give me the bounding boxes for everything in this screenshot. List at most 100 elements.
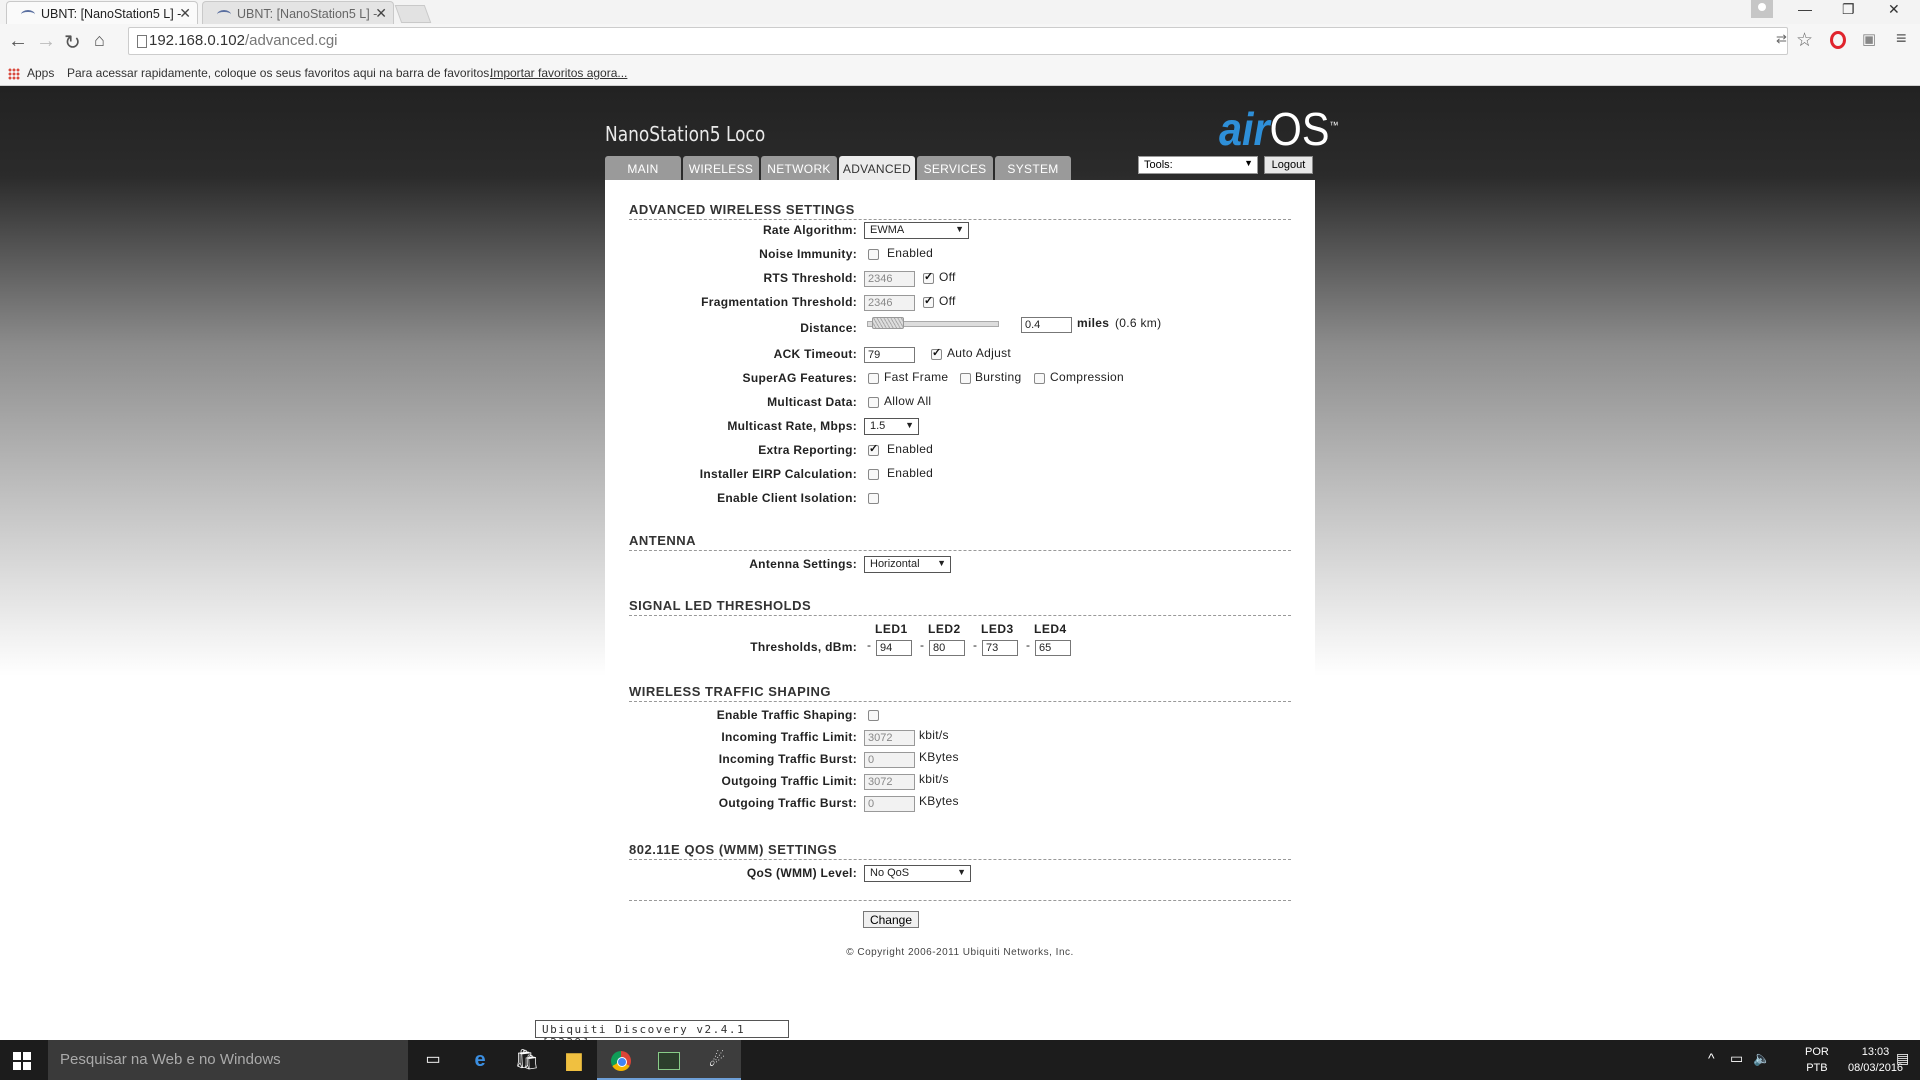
- apps-link[interactable]: Apps: [27, 66, 54, 80]
- language-indicator[interactable]: POR PTB: [1805, 1044, 1829, 1076]
- extra-reporting-checkbox[interactable]: [868, 442, 879, 456]
- extra-reporting-option: Enabled: [887, 442, 934, 456]
- browser-tab-active[interactable]: UBNT: [NanoStation5 L] - ✕: [6, 1, 198, 24]
- file-explorer-icon[interactable]: ▆: [550, 1040, 598, 1080]
- dash: -: [920, 638, 925, 652]
- page-icon: [137, 35, 147, 48]
- restore-icon[interactable]: ❐: [1842, 1, 1855, 18]
- led3-input[interactable]: 73: [982, 640, 1018, 656]
- airos-page: NanoStation5 Loco airOS™ MAIN WIRELESS N…: [0, 86, 1920, 1040]
- enable-traffic-shaping-label: Enable Traffic Shaping:: [716, 708, 857, 722]
- fast-frame-checkbox[interactable]: [868, 373, 879, 384]
- change-button[interactable]: Change: [863, 911, 919, 928]
- chevron-down-icon: ▼: [955, 224, 964, 234]
- tab-wireless[interactable]: WIRELESS: [683, 156, 759, 180]
- forward-arrow-icon[interactable]: →: [36, 30, 56, 53]
- back-arrow-icon[interactable]: ←: [8, 30, 28, 53]
- section-heading-antenna: ANTENNA: [629, 533, 1291, 551]
- rts-threshold-input[interactable]: 2346: [864, 271, 915, 287]
- tools-select[interactable]: Tools: ▼: [1138, 156, 1258, 174]
- rts-off-checkbox[interactable]: [923, 270, 934, 284]
- bursting-checkbox[interactable]: [960, 373, 971, 384]
- app-icon[interactable]: [645, 1040, 693, 1080]
- url-path: /advanced.cgi: [244, 32, 338, 49]
- clock[interactable]: 13:03 08/03/2016: [1848, 1044, 1903, 1076]
- eirp-checkbox[interactable]: [868, 469, 879, 480]
- outgoing-burst-input[interactable]: 0: [864, 796, 915, 812]
- led4-header: LED4: [1034, 622, 1067, 636]
- new-tab-button[interactable]: [394, 5, 432, 23]
- home-icon[interactable]: ⌂: [94, 30, 105, 51]
- edge-browser-icon[interactable]: e: [456, 1040, 504, 1080]
- led3-header: LED3: [981, 622, 1014, 636]
- menu-icon[interactable]: ≡: [1896, 28, 1907, 49]
- fragmentation-off-checkbox[interactable]: [923, 294, 934, 308]
- qos-level-select[interactable]: No QoS ▼: [864, 865, 971, 882]
- incoming-burst-unit: KBytes: [919, 750, 959, 764]
- minimize-icon[interactable]: —: [1798, 1, 1812, 17]
- address-bar[interactable]: 192.168.0.102/advanced.cgi ⇄: [128, 27, 1788, 55]
- dash: -: [1026, 638, 1031, 652]
- volume-icon[interactable]: 🔈: [1753, 1050, 1770, 1067]
- ubiquiti-discovery-tooltip: Ubiquiti Discovery v2.4.1 [2339]: [535, 1020, 789, 1049]
- auto-adjust-checkbox[interactable]: [931, 346, 942, 360]
- profile-icon[interactable]: [1751, 0, 1773, 18]
- chrome-icon[interactable]: [597, 1040, 645, 1080]
- incoming-burst-label: Incoming Traffic Burst:: [718, 752, 857, 766]
- incoming-burst-input[interactable]: 0: [864, 752, 915, 768]
- tools-value: Tools:: [1144, 159, 1173, 171]
- task-view-icon[interactable]: ▭: [409, 1040, 457, 1080]
- window-close-icon[interactable]: ✕: [1888, 1, 1900, 18]
- ack-timeout-input[interactable]: 79: [864, 347, 915, 363]
- distance-input[interactable]: 0.4: [1021, 317, 1072, 333]
- incoming-limit-unit: kbit/s: [919, 728, 949, 742]
- network-icon[interactable]: ▭: [1730, 1050, 1743, 1067]
- superag-label: SuperAG Features:: [742, 371, 857, 385]
- windows-start-icon[interactable]: [13, 1052, 31, 1070]
- dash: -: [973, 638, 978, 652]
- apps-grid-icon[interactable]: [8, 68, 20, 80]
- url-text[interactable]: 192.168.0.102/advanced.cgi: [149, 32, 338, 49]
- tab-close-icon[interactable]: ✕: [179, 5, 191, 22]
- extra-reporting-label: Extra Reporting:: [758, 443, 857, 457]
- bookmark-star-icon[interactable]: ☆: [1796, 29, 1813, 52]
- client-isolation-checkbox[interactable]: [868, 493, 879, 504]
- tab-network[interactable]: NETWORK: [761, 156, 837, 180]
- tab-system[interactable]: SYSTEM: [995, 156, 1071, 180]
- led2-input[interactable]: 80: [929, 640, 965, 656]
- section-heading-led-thresholds: SIGNAL LED THRESHOLDS: [629, 598, 1291, 616]
- translate-icon[interactable]: ⇄: [1776, 31, 1787, 47]
- extension-icon[interactable]: ▣: [1862, 30, 1876, 48]
- chevron-down-icon: ▼: [937, 558, 946, 568]
- ubiquiti-discovery-icon[interactable]: ☄: [693, 1040, 741, 1080]
- browser-tab[interactable]: UBNT: [NanoStation5 L] - ✕: [202, 1, 394, 24]
- tab-main[interactable]: MAIN: [605, 156, 681, 180]
- tab-services[interactable]: SERVICES: [917, 156, 993, 180]
- import-bookmarks-link[interactable]: Importar favoritos agora...: [490, 66, 627, 80]
- logout-button[interactable]: Logout: [1264, 156, 1313, 174]
- distance-slider-handle[interactable]: [872, 317, 904, 329]
- led1-input[interactable]: 94: [876, 640, 912, 656]
- allow-all-checkbox[interactable]: [868, 397, 879, 408]
- multicast-rate-select[interactable]: 1.5 ▼: [864, 418, 919, 435]
- antenna-settings-select[interactable]: Horizontal ▼: [864, 556, 951, 573]
- rate-algorithm-select[interactable]: EWMA ▼: [864, 222, 969, 239]
- noise-immunity-checkbox[interactable]: [868, 249, 879, 260]
- antenna-settings-label: Antenna Settings:: [749, 557, 857, 571]
- divider: [629, 900, 1291, 901]
- tab-advanced[interactable]: ADVANCED: [839, 156, 915, 182]
- led4-input[interactable]: 65: [1035, 640, 1071, 656]
- notifications-icon[interactable]: ▤: [1896, 1050, 1909, 1067]
- compression-checkbox[interactable]: [1034, 373, 1045, 384]
- reload-icon[interactable]: ↻: [64, 30, 81, 55]
- traffic-shaping-checkbox[interactable]: [868, 710, 879, 721]
- store-icon[interactable]: 🛍: [503, 1040, 551, 1080]
- tray-chevron-up-icon[interactable]: ^: [1708, 1050, 1715, 1066]
- opera-icon[interactable]: [1830, 31, 1846, 49]
- fragmentation-threshold-input[interactable]: 2346: [864, 295, 915, 311]
- taskbar-search[interactable]: Pesquisar na Web e no Windows: [48, 1040, 408, 1080]
- incoming-limit-input[interactable]: 3072: [864, 730, 915, 746]
- tab-close-icon[interactable]: ✕: [375, 5, 387, 22]
- outgoing-burst-label: Outgoing Traffic Burst:: [718, 796, 857, 810]
- outgoing-limit-input[interactable]: 3072: [864, 774, 915, 790]
